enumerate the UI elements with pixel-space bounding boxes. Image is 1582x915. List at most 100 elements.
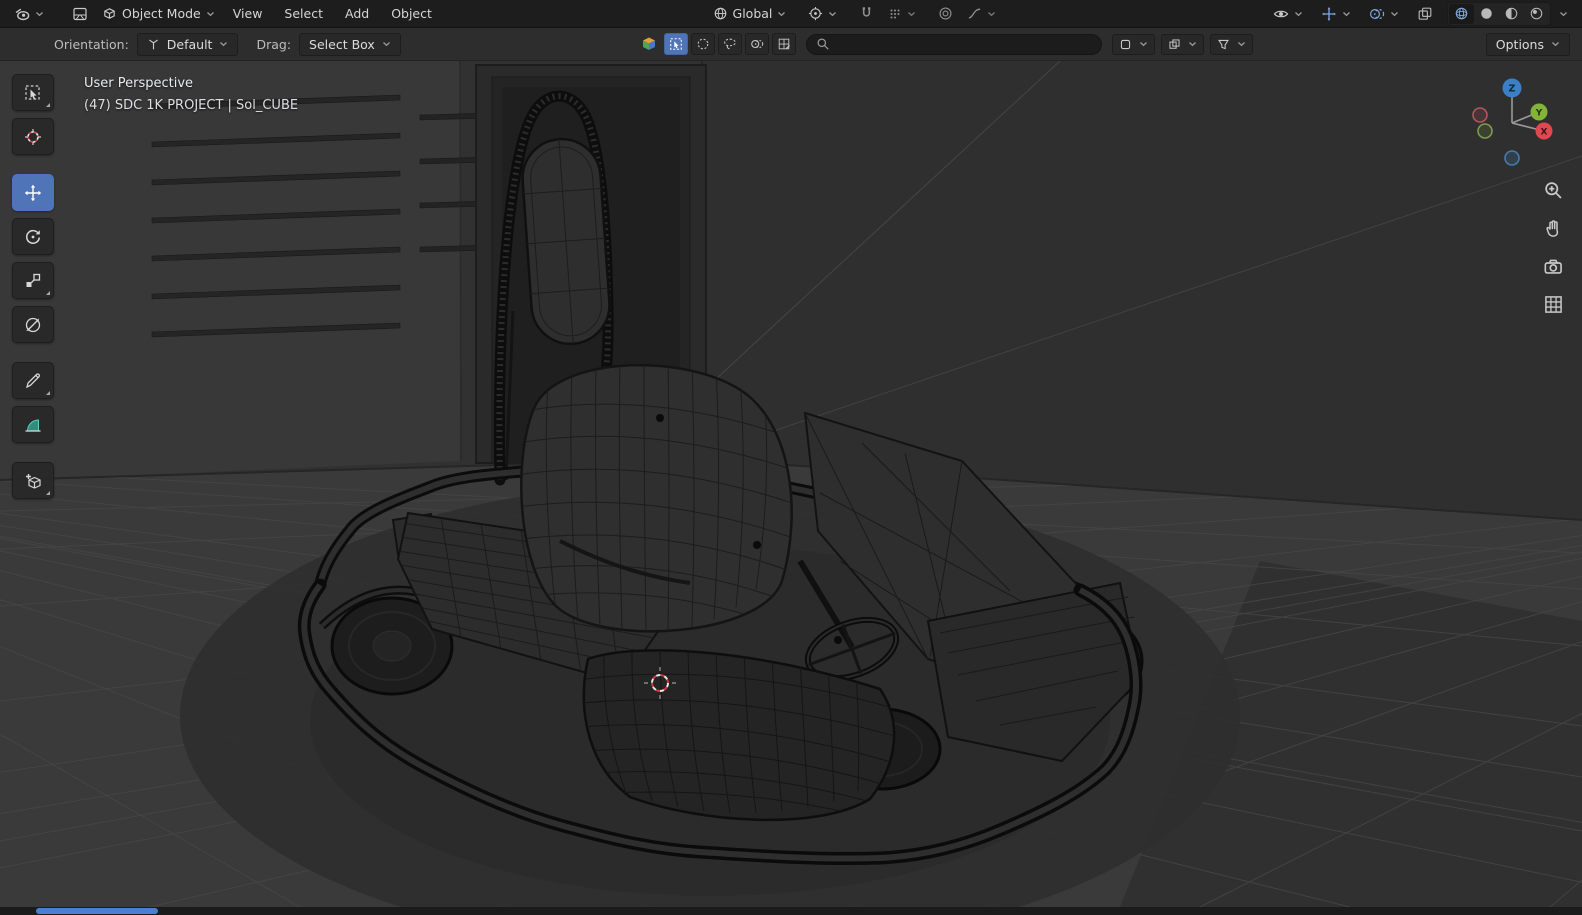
menu-select[interactable]: Select: [274, 2, 333, 25]
proportional-edit-toggle[interactable]: [932, 3, 959, 24]
show-gizmos-icon: [1322, 6, 1336, 21]
mode-dropdown[interactable]: Object Mode: [96, 3, 221, 24]
options-dropdown[interactable]: Options: [1485, 32, 1570, 56]
tool-transform[interactable]: [12, 306, 54, 343]
select-lasso-mode-button[interactable]: [717, 33, 742, 55]
proportional-falloff-dropdown[interactable]: [961, 3, 1002, 24]
object-visibility-dropdown[interactable]: [1267, 3, 1309, 25]
shading-wireframe-button[interactable]: [1449, 3, 1474, 24]
select-circle-mode-icon: [697, 38, 709, 50]
snap-toggle[interactable]: [853, 3, 880, 24]
blender-logo-icon: [15, 8, 30, 20]
show-gizmos-dropdown[interactable]: [1315, 3, 1357, 25]
show-overlays-icon: [1369, 8, 1385, 19]
menu-object[interactable]: Object: [381, 2, 442, 25]
chevron-down-icon: [908, 11, 916, 16]
tool-select-box[interactable]: [12, 74, 54, 111]
axis-x-negative[interactable]: [1472, 107, 1488, 123]
tool-column: [12, 74, 54, 499]
tool-settings-bar: Orientation: Default Drag: Select Box Op…: [0, 28, 1582, 61]
shading-dropdown[interactable]: [1553, 8, 1574, 20]
select-lasso-mode-icon: [724, 38, 736, 50]
shading-material-icon: [1505, 7, 1518, 20]
tool-move[interactable]: [12, 174, 54, 211]
orientation-globe-icon: [714, 7, 726, 20]
tool-add-cube[interactable]: [12, 462, 54, 499]
navigation-gizmo[interactable]: Z Y X: [1464, 71, 1560, 167]
search-field[interactable]: [805, 33, 1102, 55]
shading-material-button[interactable]: [1499, 4, 1524, 24]
shading-solid-button[interactable]: [1474, 4, 1499, 24]
transform-tool-icon: [25, 317, 41, 332]
pivot-point-dropdown[interactable]: [802, 3, 843, 24]
search-input[interactable]: [835, 36, 1092, 52]
axis-y-negative[interactable]: [1477, 123, 1493, 139]
zoom-button[interactable]: [1542, 179, 1564, 201]
proportional-icon: [1169, 38, 1180, 49]
camera-view-button[interactable]: [1542, 255, 1564, 277]
toggle-xray-icon: [1418, 7, 1432, 20]
orientation-default-dropdown[interactable]: Default: [136, 32, 239, 56]
proportional-options-button[interactable]: [1160, 33, 1204, 55]
pan-button[interactable]: [1542, 217, 1564, 239]
viewport-3d[interactable]: User Perspective (47) SDC 1K PROJECT | S…: [0, 61, 1582, 907]
select-box-mode-button[interactable]: [663, 33, 688, 55]
orientation-label: Orientation:: [54, 36, 129, 52]
chevron-down-icon: [829, 11, 837, 16]
axis-z-negative[interactable]: [1504, 150, 1520, 166]
select-paint-mode-button[interactable]: [744, 33, 769, 55]
tool-measure[interactable]: [12, 406, 54, 443]
tool-rotate[interactable]: [12, 218, 54, 255]
chevron-down-icon: [206, 11, 214, 16]
transform-cluster: Global: [707, 3, 1003, 24]
axis-x-label: X: [1541, 128, 1548, 138]
shading-rendered-button[interactable]: [1524, 4, 1549, 24]
annotate-pen-icon: [25, 372, 40, 388]
shading-solid-icon: [1481, 8, 1492, 19]
scale-tool-icon: [26, 273, 41, 287]
room-walls: [0, 61, 1582, 520]
editor-type-button[interactable]: [66, 3, 94, 25]
chevron-down-icon: [220, 42, 228, 47]
measure-protractor-icon: [25, 418, 41, 432]
material-preview-cube-icon[interactable]: [637, 33, 661, 55]
tool-cursor[interactable]: [12, 118, 54, 155]
toggle-xray-button[interactable]: [1411, 3, 1439, 25]
tool-annotate[interactable]: [12, 362, 54, 399]
filter-button[interactable]: [1209, 33, 1253, 55]
chevron-down-icon: [382, 42, 390, 47]
drag-mode-dropdown[interactable]: Select Box: [299, 32, 401, 56]
object-type-visibility-eye-icon: [1273, 10, 1289, 17]
move-tool-icon: [24, 184, 42, 201]
shading-rendered-icon: [1530, 7, 1543, 20]
top-menu-bar: Object Mode View Select Add Object Globa…: [0, 0, 1582, 28]
select-circle-mode-button[interactable]: [690, 33, 715, 55]
pan-hand-icon: [1545, 219, 1558, 237]
viewport-display-cluster: [1267, 1, 1574, 26]
transform-orientation-dropdown[interactable]: Global: [707, 3, 793, 24]
chevron-down-icon: [1343, 11, 1350, 16]
status-progress-bar: [36, 908, 158, 914]
menu-add[interactable]: Add: [335, 2, 379, 25]
chevron-down-icon: [778, 11, 786, 16]
mode-label: Object Mode: [122, 6, 201, 21]
axis-z-label: Z: [1509, 84, 1516, 95]
options-label: Options: [1495, 36, 1544, 52]
chevron-down-icon: [1560, 11, 1567, 16]
chevron-down-icon: [1391, 11, 1398, 16]
chevron-down-icon: [1139, 42, 1147, 47]
snap-target-dropdown[interactable]: [882, 4, 922, 24]
show-overlays-dropdown[interactable]: [1363, 3, 1405, 25]
snapping-options-button[interactable]: [1111, 33, 1155, 55]
shading-mode-segment: [1447, 1, 1551, 26]
orientation-default-value: Default: [166, 36, 213, 52]
tool-scale[interactable]: [12, 262, 54, 299]
toggle-orthographic-button[interactable]: [1542, 293, 1564, 315]
snap-magnet-icon: [863, 7, 871, 17]
menu-view[interactable]: View: [223, 2, 273, 25]
select-intersect-mode-button[interactable]: [771, 33, 796, 55]
chevron-down-icon: [1237, 42, 1245, 47]
view-perspective-label: User Perspective: [84, 76, 194, 91]
falloff-curve-icon: [969, 8, 981, 19]
blender-menu-button[interactable]: [8, 3, 50, 25]
